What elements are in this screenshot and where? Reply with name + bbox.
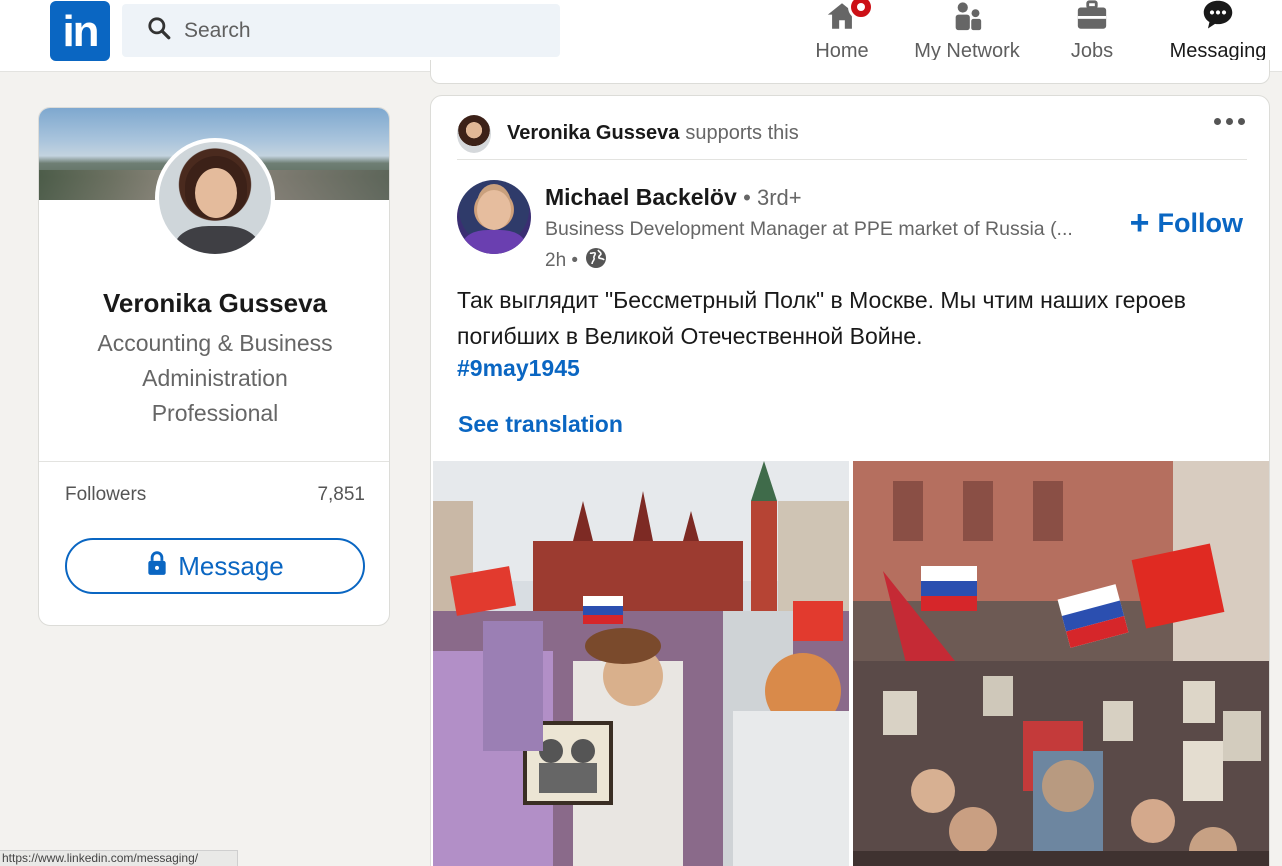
profile-card: Veronika Gusseva Accounting & Business A… (38, 107, 390, 626)
search-icon (146, 15, 172, 46)
plus-icon: + (1129, 204, 1150, 242)
profile-avatar[interactable] (155, 138, 275, 258)
briefcase-icon (1074, 0, 1110, 38)
message-button[interactable]: Message (65, 538, 365, 594)
follow-button-label: Follow (1157, 207, 1243, 238)
profile-name[interactable]: Veronika Gusseva (39, 288, 389, 319)
status-bar-url: https://www.linkedin.com/messaging/ (0, 850, 238, 866)
followers-count: 7,851 (317, 484, 365, 505)
follow-button[interactable]: + Follow (1130, 206, 1243, 240)
post-timestamp: 2h • (545, 250, 579, 271)
post-time: 2h • (545, 246, 608, 276)
post-image-right[interactable] (853, 461, 1269, 866)
followers-label: Followers (65, 484, 147, 505)
search-box[interactable] (122, 4, 560, 57)
search-input[interactable] (184, 18, 544, 43)
linkedin-logo[interactable]: in (50, 1, 110, 61)
post-image-left[interactable] (433, 461, 849, 866)
lock-icon (146, 550, 168, 583)
profile-divider (39, 461, 389, 462)
previous-post-card-edge (430, 60, 1270, 84)
post-supporter-header: Veronika Gusseva supports this (457, 108, 1247, 160)
author-headline: Business Development Manager at PPE mark… (545, 218, 1073, 240)
notification-badge (848, 0, 874, 20)
post-text: Так выглядит "Бессметрный Полк" в Москве… (457, 287, 1187, 349)
more-options-icon[interactable] (1214, 118, 1245, 125)
globe-icon (584, 246, 608, 276)
supporter-avatar[interactable] (457, 114, 491, 153)
connection-degree: • 3rd+ (743, 185, 802, 210)
supporter-action: supports this (685, 122, 799, 144)
author-name[interactable]: Michael Backelöv (545, 184, 737, 210)
see-translation-link[interactable]: See translation (458, 411, 623, 438)
post-hashtag[interactable]: #9may1945 (457, 355, 580, 382)
network-icon (949, 0, 985, 38)
feed-post: Veronika Gusseva supports this Michael B… (430, 95, 1270, 866)
followers-row: Followers 7,851 (65, 484, 365, 506)
supporter-name[interactable]: Veronika Gusseva (507, 122, 679, 145)
logo-text: in (62, 7, 99, 56)
author-name-line[interactable]: Michael Backelöv • 3rd+ (545, 184, 802, 211)
message-button-label: Message (178, 550, 284, 581)
profile-headline: Accounting & Business Administration Pro… (97, 330, 333, 426)
author-avatar[interactable] (457, 180, 531, 254)
messaging-icon (1199, 0, 1237, 38)
